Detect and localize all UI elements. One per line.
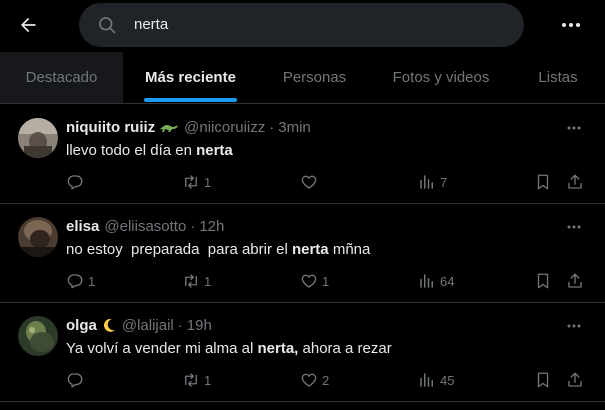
repost-button[interactable]: 1 xyxy=(182,172,211,192)
separator-dot: · xyxy=(190,217,196,235)
analytics-icon xyxy=(420,373,433,387)
more-horizontal-icon xyxy=(567,126,581,130)
user-handle[interactable]: @eliisasotto xyxy=(104,218,186,235)
tab-fotos-videos[interactable]: Fotos y videos xyxy=(371,52,511,103)
like-count: 1 xyxy=(322,273,330,289)
separator-dot: · xyxy=(269,118,275,136)
active-tab-indicator xyxy=(144,98,237,102)
share-icon xyxy=(568,372,582,387)
views-count: 45 xyxy=(440,372,455,388)
like-button[interactable] xyxy=(300,172,322,192)
bookmark-icon xyxy=(537,174,549,190)
heart-icon xyxy=(301,175,317,189)
views-count: 64 xyxy=(440,273,455,289)
more-horizontal-icon xyxy=(562,23,580,27)
bookmark-icon xyxy=(537,372,549,388)
share-icon xyxy=(568,273,582,288)
repost-button[interactable]: 1 xyxy=(182,271,211,291)
reply-button[interactable] xyxy=(66,370,88,390)
more-horizontal-icon xyxy=(567,324,581,328)
search-highlight: nerta, xyxy=(257,340,299,357)
tab-destacado[interactable]: Destacado xyxy=(0,52,123,103)
tab-listas[interactable]: Listas xyxy=(511,52,605,103)
post-actions: 1 2 45 xyxy=(0,370,605,390)
post-text: no estoy preparada para abrir el nerta m… xyxy=(66,241,371,258)
views-button[interactable]: 64 xyxy=(418,271,454,291)
share-button[interactable] xyxy=(566,370,584,390)
like-button[interactable]: 1 xyxy=(300,271,329,291)
bookmark-icon xyxy=(537,273,549,289)
views-button[interactable]: 7 xyxy=(418,172,447,192)
post-actions: 1 7 xyxy=(0,172,605,192)
views-button[interactable]: 45 xyxy=(418,370,454,390)
repost-count: 1 xyxy=(204,273,212,289)
separator-dot: · xyxy=(177,316,183,334)
post-text: Ya volví a vender mi alma al nerta, ahor… xyxy=(66,340,392,357)
crescent-moon-emoji-icon xyxy=(101,317,117,333)
post-time[interactable]: 12h xyxy=(199,218,224,235)
repost-icon xyxy=(185,175,197,189)
display-name[interactable]: olga xyxy=(66,317,97,334)
display-name[interactable]: niquiito ruiiz xyxy=(66,119,155,136)
share-button[interactable] xyxy=(566,172,584,192)
post-time[interactable]: 19h xyxy=(187,317,212,334)
reply-button[interactable] xyxy=(66,172,88,192)
tab-mas-reciente[interactable]: Más reciente xyxy=(123,52,258,103)
more-options-button[interactable] xyxy=(557,12,585,38)
user-handle[interactable]: @lalijail xyxy=(122,317,174,334)
like-button[interactable]: 2 xyxy=(300,370,329,390)
share-button[interactable] xyxy=(566,271,584,291)
post-more-button[interactable] xyxy=(562,318,586,334)
search-icon xyxy=(97,15,117,35)
search-input[interactable]: nerta xyxy=(134,3,168,47)
bookmark-button[interactable] xyxy=(534,172,552,192)
bookmark-button[interactable] xyxy=(534,271,552,291)
post-text: llevo todo el día en nerta xyxy=(66,142,233,159)
share-icon xyxy=(568,174,582,189)
more-horizontal-icon xyxy=(567,225,581,229)
arrow-left-icon xyxy=(21,17,36,33)
bookmark-button[interactable] xyxy=(534,370,552,390)
reply-count: 1 xyxy=(88,273,96,289)
repost-count: 1 xyxy=(204,372,212,388)
reply-icon xyxy=(67,373,83,388)
post-item[interactable]: niquiito ruiiz @niicoruiizz · 3min llevo… xyxy=(0,106,605,204)
avatar[interactable] xyxy=(18,118,58,158)
analytics-icon xyxy=(420,274,433,288)
search-highlight: nerta xyxy=(291,241,329,258)
search-tabs: Destacado Más reciente Personas Fotos y … xyxy=(0,52,605,104)
reply-icon xyxy=(67,274,83,289)
repost-button[interactable]: 1 xyxy=(182,370,211,390)
tab-personas[interactable]: Personas xyxy=(258,52,371,103)
analytics-icon xyxy=(420,175,433,189)
lizard-emoji-icon xyxy=(159,120,179,134)
search-highlight: nerta xyxy=(196,142,233,159)
top-bar: nerta xyxy=(0,0,605,50)
user-handle[interactable]: @niicoruiizz xyxy=(184,119,265,136)
post-header: olga @lalijail · 19h xyxy=(66,316,212,334)
post-time[interactable]: 3min xyxy=(278,119,311,136)
post-actions: 1 1 1 64 xyxy=(0,271,605,291)
heart-icon xyxy=(301,274,317,288)
views-count: 7 xyxy=(440,174,448,190)
reply-button[interactable]: 1 xyxy=(66,271,95,291)
post-more-button[interactable] xyxy=(562,219,586,235)
post-item[interactable]: olga @lalijail · 19h Ya volví a vender m… xyxy=(0,304,605,402)
post-item[interactable]: elisa @eliisasotto · 12h no estoy prepar… xyxy=(0,205,605,303)
repost-count: 1 xyxy=(204,174,212,190)
post-header: niquiito ruiiz @niicoruiizz · 3min xyxy=(66,118,311,136)
like-count: 2 xyxy=(322,372,330,388)
post-more-button[interactable] xyxy=(562,120,586,136)
reply-icon xyxy=(67,175,83,190)
avatar[interactable] xyxy=(18,316,58,356)
heart-icon xyxy=(301,373,317,387)
repost-icon xyxy=(185,373,197,387)
search-box[interactable]: nerta xyxy=(79,3,524,47)
back-button[interactable] xyxy=(12,9,44,41)
repost-icon xyxy=(185,274,197,288)
avatar[interactable] xyxy=(18,217,58,257)
display-name[interactable]: elisa xyxy=(66,218,99,235)
post-header: elisa @eliisasotto · 12h xyxy=(66,217,224,235)
